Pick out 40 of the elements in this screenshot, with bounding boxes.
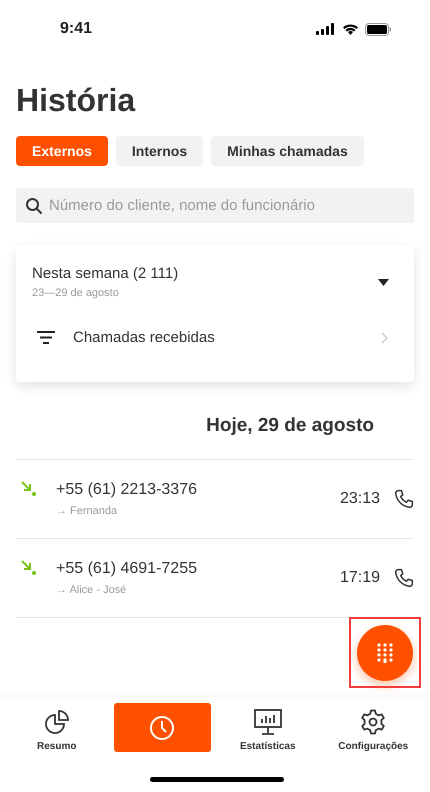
settings-icon	[360, 709, 386, 735]
monitor-chart-icon	[254, 709, 282, 735]
filter-tab[interactable]: Internos	[116, 136, 204, 166]
nav-item[interactable]: Configurações	[324, 703, 422, 752]
nav-item[interactable]	[114, 703, 211, 752]
incoming-call-icon	[20, 480, 36, 496]
call-time: 17:19	[340, 569, 380, 587]
phone-icon[interactable]	[394, 568, 414, 588]
filter-label: Chamadas recebidas	[73, 329, 216, 346]
filter-icon	[37, 331, 55, 344]
search-icon	[25, 197, 43, 215]
filter-row[interactable]: Chamadas recebidas	[16, 299, 414, 346]
call-target: → Fernanda	[56, 505, 118, 517]
chevron-icon	[381, 332, 388, 344]
dropdown-icon	[378, 278, 389, 286]
wifi-icon	[342, 23, 359, 35]
period-selector[interactable]: Nesta semana (2 111) 23—29 de agosto	[16, 245, 414, 299]
day-heading: Hoje, 29 de agosto	[205, 415, 374, 437]
dialpad-button[interactable]	[357, 624, 413, 680]
dialpad-icon	[377, 642, 393, 662]
battery-icon	[365, 22, 392, 36]
filter-tab[interactable]: Minhas chamadas	[211, 136, 364, 166]
nav-item[interactable]: Resumo	[8, 703, 106, 752]
signal-icon	[316, 23, 336, 35]
date-range: 23—29 de agosto	[32, 287, 120, 299]
nav-item[interactable]: Estatísticas	[219, 703, 316, 752]
pie-chart-icon	[44, 709, 70, 735]
clock-icon	[149, 714, 176, 740]
page-title: História	[16, 81, 136, 120]
period-label: Nesta semana (2 111)	[32, 265, 178, 282]
call-row[interactable]: +55 (61) 2213-3376 → Fernanda 23:13	[16, 460, 414, 539]
incoming-call-icon	[20, 559, 36, 575]
status-time: 9:41	[60, 20, 92, 38]
call-target: → Alice - José	[56, 584, 128, 596]
call-time: 23:13	[340, 490, 380, 508]
phone-number: +55 (61) 4691-7255	[56, 560, 198, 578]
call-row[interactable]: +55 (61) 4691-7255 → Alice - José 17:19	[16, 539, 414, 618]
phone-number: +55 (61) 2213-3376	[56, 481, 198, 499]
search-field[interactable]: Número do cliente, nome do funcionário	[16, 188, 414, 223]
phone-icon[interactable]	[394, 489, 414, 509]
